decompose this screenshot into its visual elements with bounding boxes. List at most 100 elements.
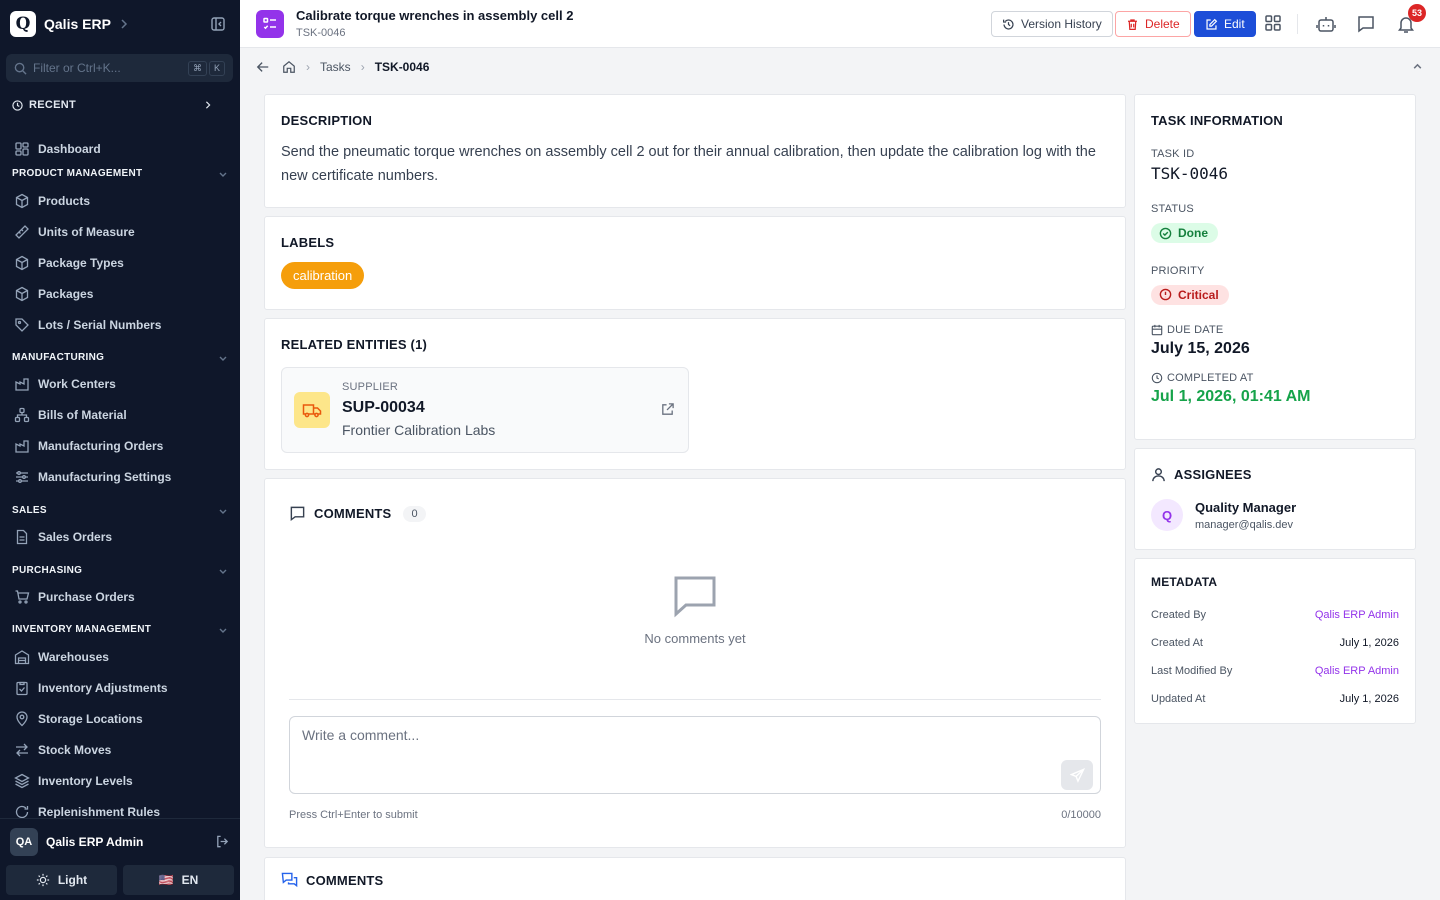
recent-toggle[interactable]: RECENT — [12, 99, 212, 111]
chevron-up-icon[interactable] — [1412, 61, 1423, 72]
sidebar-item-purchase-orders[interactable]: Purchase Orders — [14, 586, 229, 608]
message-square-icon — [289, 505, 306, 522]
app-logo: Q — [10, 11, 36, 37]
section-sales[interactable]: SALES — [12, 505, 228, 516]
section-manufacturing[interactable]: MANUFACTURING — [12, 352, 228, 363]
sidebar-filter[interactable]: ⌘ K — [6, 54, 233, 82]
sidebar-item-stock-moves[interactable]: Stock Moves — [14, 739, 229, 761]
sidebar-item-units-of-measure[interactable]: Units of Measure — [14, 221, 229, 243]
sidebar-item-label: Sales Orders — [38, 530, 113, 544]
assignee-item[interactable]: Q Quality Manager manager@qalis.dev — [1151, 499, 1296, 531]
chevron-down-icon — [218, 625, 228, 635]
sidebar-item-sales-orders[interactable]: Sales Orders — [14, 526, 229, 548]
trash-icon — [1126, 18, 1139, 31]
brand-switcher[interactable]: Q Qalis ERP — [10, 10, 129, 38]
sidebar-item-warehouses[interactable]: Warehouses — [14, 646, 229, 668]
factory-icon — [15, 440, 29, 453]
sidebar-item-manufacturing-settings[interactable]: Manufacturing Settings — [14, 466, 229, 488]
sidebar-item-label: Dashboard — [38, 142, 101, 156]
comment-input[interactable] — [302, 727, 1088, 767]
brand-name: Qalis ERP — [44, 16, 111, 32]
sidebar-item-lots-serial-numbers[interactable]: Lots / Serial Numbers — [14, 314, 229, 336]
comments-card-secondary: COMMENTS — [264, 857, 1126, 900]
sliders-icon — [16, 471, 28, 483]
filter-input[interactable] — [33, 61, 173, 75]
delete-button[interactable]: Delete — [1115, 11, 1191, 37]
sidebar-item-work-centers[interactable]: Work Centers — [14, 373, 229, 395]
section-inventory-management[interactable]: INVENTORY MANAGEMENT — [12, 624, 228, 635]
sidebar: Q Qalis ERP ⌘ K RECENT Dashboard PRODUCT… — [0, 0, 240, 900]
edit-icon — [1205, 18, 1218, 31]
toolbar-divider — [1297, 14, 1298, 34]
external-link-icon[interactable] — [660, 402, 675, 417]
metadata-card: METADATA Created By Qalis ERP Admin Crea… — [1134, 558, 1416, 724]
breadcrumb: › Tasks › TSK-0046 — [240, 49, 1440, 85]
breadcrumb-tasks[interactable]: Tasks — [320, 60, 351, 74]
language-button[interactable]: 🇺🇸 EN — [123, 865, 234, 895]
theme-toggle-button[interactable]: Light — [6, 865, 117, 895]
task-info-title: TASK INFORMATION — [1151, 113, 1283, 128]
section-purchasing[interactable]: PURCHASING — [12, 565, 228, 576]
priority-text: Critical — [1178, 287, 1219, 302]
version-history-button[interactable]: Version History — [991, 11, 1113, 37]
sidebar-item-label: Lots / Serial Numbers — [38, 318, 162, 332]
priority-label: PRIORITY — [1151, 264, 1205, 277]
back-arrow-icon[interactable] — [256, 60, 270, 74]
section-product-management[interactable]: PRODUCT MANAGEMENT — [12, 168, 228, 179]
send-icon — [1069, 767, 1085, 783]
sidebar-item-storage-locations[interactable]: Storage Locations — [14, 708, 229, 730]
sidebar-item-label: Manufacturing Orders — [38, 439, 164, 453]
clipboard-check-icon — [16, 681, 28, 696]
entity-id: SUP-00034 — [342, 399, 425, 416]
entity-name: Frontier Calibration Labs — [342, 422, 496, 438]
task-id-value: TSK-0046 — [1151, 164, 1229, 183]
sidebar-item-bills-of-material[interactable]: Bills of Material — [14, 404, 229, 426]
related-entities-card: RELATED ENTITIES (1) SUPPLIER SUP-00034 … — [264, 318, 1126, 470]
edit-button[interactable]: Edit — [1194, 11, 1256, 37]
sidebar-item-label: Bills of Material — [38, 408, 127, 422]
empty-text: No comments yet — [644, 631, 746, 646]
meta-modified-by: Last Modified By Qalis ERP Admin — [1151, 665, 1399, 677]
sidebar-collapse-icon[interactable] — [210, 16, 226, 32]
sidebar-item-manufacturing-orders[interactable]: Manufacturing Orders — [14, 435, 229, 457]
alert-circle-icon — [1159, 288, 1172, 301]
section-title: SALES — [12, 505, 47, 516]
related-entity-supplier[interactable]: SUPPLIER SUP-00034 Frontier Calibration … — [281, 367, 689, 453]
sidebar-item-label: Purchase Orders — [38, 590, 135, 604]
due-date-label-text: DUE DATE — [1167, 324, 1224, 336]
avatar: Q — [1151, 499, 1183, 531]
truck-icon — [294, 392, 330, 428]
sidebar-item-label: Storage Locations — [38, 712, 143, 726]
sidebar-item-dashboard[interactable]: Dashboard — [14, 138, 229, 160]
avatar: QA — [10, 827, 38, 856]
sidebar-item-inventory-levels[interactable]: Inventory Levels — [14, 770, 229, 792]
description-title: DESCRIPTION — [281, 113, 373, 128]
logout-icon[interactable] — [215, 834, 230, 849]
meta-label: Created At — [1151, 637, 1203, 649]
meta-modified-by-link[interactable]: Qalis ERP Admin — [1315, 665, 1399, 677]
grid-icon[interactable] — [1264, 14, 1282, 32]
sidebar-item-inventory-adjustments[interactable]: Inventory Adjustments — [14, 677, 229, 699]
sidebar-user[interactable]: QA Qalis ERP Admin — [0, 818, 240, 864]
chat-icon[interactable] — [1356, 14, 1376, 34]
home-icon[interactable] — [282, 60, 296, 74]
sidebar-item-package-types[interactable]: Package Types — [14, 252, 229, 274]
assignee-email: manager@qalis.dev — [1195, 518, 1293, 531]
history-icon — [1002, 18, 1015, 31]
warehouse-icon — [14, 650, 30, 665]
comments-title-secondary: COMMENTS — [306, 873, 384, 888]
kbd-k: K — [208, 60, 225, 76]
bot-icon[interactable] — [1316, 14, 1336, 34]
language-label: EN — [181, 873, 199, 887]
clock-icon — [1151, 372, 1163, 384]
sidebar-item-label: Units of Measure — [38, 225, 135, 239]
related-title: RELATED ENTITIES (1) — [281, 337, 428, 352]
sidebar-item-products[interactable]: Products — [14, 190, 229, 212]
meta-created-by-link[interactable]: Qalis ERP Admin — [1315, 609, 1399, 621]
send-button[interactable] — [1061, 760, 1093, 790]
sidebar-item-label: Products — [38, 194, 91, 208]
due-date-label: DUE DATE — [1151, 324, 1399, 336]
status-badge: Done — [1151, 223, 1218, 243]
sidebar-item-packages[interactable]: Packages — [14, 283, 229, 305]
page-subtitle: TSK-0046 — [296, 27, 346, 39]
